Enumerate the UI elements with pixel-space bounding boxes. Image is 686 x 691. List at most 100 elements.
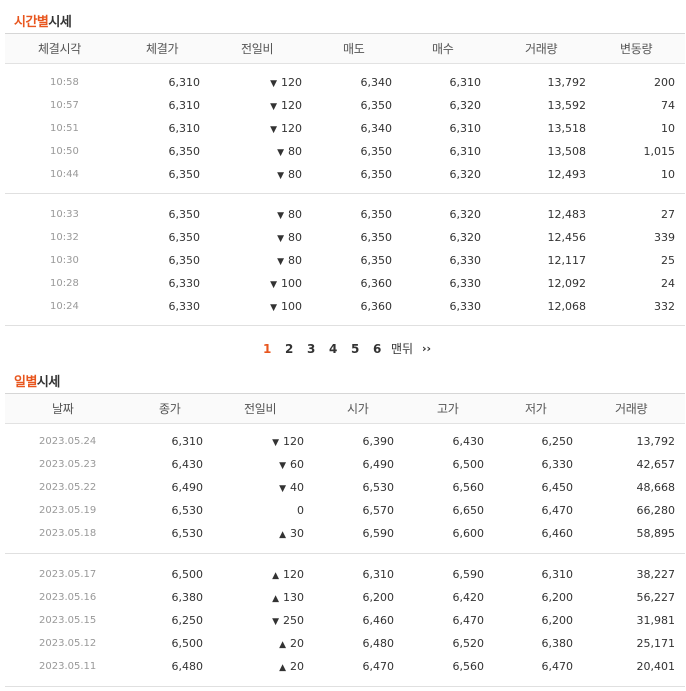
change-cell: ▼ 80: [277, 163, 302, 188]
cell-delta: 339: [654, 231, 675, 244]
daily-section-title: 일별시세: [14, 371, 60, 390]
cell-close: 6,480: [171, 660, 204, 673]
change-value: 0: [297, 504, 304, 517]
col-header-bid: 매수: [432, 42, 454, 56]
cell-volume: 31,981: [636, 614, 676, 627]
page-link-3[interactable]: 3: [307, 340, 315, 358]
cell-bid: 6,310: [449, 145, 482, 158]
change-value: 120: [283, 435, 304, 448]
cell-open: 6,460: [362, 614, 395, 627]
daily-table-header: 날짜 종가 전일비 시가 고가 저가 거래량: [5, 393, 685, 424]
triangle-down-icon: ▼: [277, 257, 284, 267]
cell-date: 2023.05.22: [39, 482, 97, 493]
page-next-icon[interactable]: ››: [422, 340, 431, 358]
cell-price: 6,350: [168, 145, 201, 158]
daily-table-row: 2023.05.24 6,310 ▼ 120 6,390 6,430 6,250 13,792: [5, 430, 685, 453]
change-value: 130: [283, 591, 304, 604]
change-cell: 0: [297, 499, 304, 522]
page-link-6[interactable]: 6: [373, 340, 381, 358]
intraday-table-row: 10:51 6,310 ▼ 120 6,340 6,310 13,518 10: [5, 117, 685, 140]
cell-volume: 13,592: [547, 99, 587, 112]
daily-table-row: 2023.05.19 6,530 0 6,570 6,650 6,470 66,280: [5, 499, 685, 522]
cell-low: 6,450: [541, 481, 574, 494]
change-cell: ▼ 40: [279, 476, 304, 501]
change-value: 80: [288, 231, 302, 244]
cell-price: 6,330: [168, 300, 201, 313]
intraday-table-row: 10:44 6,350 ▼ 80 6,350 6,320 12,493 10: [5, 163, 685, 186]
intraday-title-highlight: 시간별: [14, 15, 49, 30]
daily-table-row: 2023.05.15 6,250 ▼ 250 6,460 6,470 6,200 31,981: [5, 609, 685, 632]
cell-bid: 6,310: [449, 122, 482, 135]
page-link-5[interactable]: 5: [351, 340, 359, 358]
intraday-table-row: 10:33 6,350 ▼ 80 6,350 6,320 12,483 27: [5, 203, 685, 226]
daily-table-row: 2023.05.23 6,430 ▼ 60 6,490 6,500 6,330 42,657: [5, 453, 685, 476]
cell-close: 6,500: [171, 637, 204, 650]
col-header-volume: 거래량: [615, 402, 648, 416]
daily-group-divider: [5, 553, 685, 554]
cell-volume: 66,280: [636, 504, 676, 517]
cell-bid: 6,330: [449, 277, 482, 290]
daily-table-row: 2023.05.17 6,500 ▲ 120 6,310 6,590 6,310 38,227: [5, 563, 685, 586]
cell-time: 10:28: [50, 278, 79, 289]
change-value: 100: [281, 277, 302, 290]
cell-low: 6,460: [541, 527, 574, 540]
intraday-table-row: 10:57 6,310 ▼ 120 6,350 6,320 13,592 74: [5, 94, 685, 117]
page-link-last[interactable]: 맨뒤: [391, 340, 413, 358]
cell-price: 6,350: [168, 231, 201, 244]
cell-time: 10:58: [50, 77, 79, 88]
col-header-high: 고가: [437, 402, 459, 416]
cell-open: 6,390: [362, 435, 395, 448]
cell-bid: 6,320: [449, 99, 482, 112]
cell-high: 6,560: [452, 660, 485, 673]
cell-time: 10:33: [50, 209, 79, 220]
cell-delta: 10: [661, 122, 675, 135]
cell-time: 10:51: [50, 123, 79, 134]
page-link-2[interactable]: 2: [285, 340, 293, 358]
cell-bid: 6,330: [449, 300, 482, 313]
triangle-up-icon: ▲: [279, 640, 286, 650]
col-header-close: 종가: [159, 402, 181, 416]
col-header-delta: 변동량: [620, 42, 653, 56]
change-value: 80: [288, 254, 302, 267]
cell-low: 6,250: [541, 435, 574, 448]
change-cell: ▼ 80: [277, 249, 302, 274]
cell-ask: 6,350: [360, 168, 393, 181]
cell-volume: 12,483: [547, 208, 587, 221]
col-header-time: 체결시각: [38, 42, 81, 56]
page-link-1[interactable]: 1: [263, 340, 271, 358]
triangle-down-icon: ▼: [272, 617, 279, 627]
cell-high: 6,430: [452, 435, 485, 448]
pagination: 1 2 3 4 5 6 맨뒤 ››: [0, 340, 686, 358]
cell-low: 6,310: [541, 568, 574, 581]
cell-low: 6,380: [541, 637, 574, 650]
cell-low: 6,330: [541, 458, 574, 471]
cell-open: 6,590: [362, 527, 395, 540]
col-header-ask: 매도: [343, 42, 365, 56]
triangle-down-icon: ▼: [270, 280, 277, 290]
intraday-table-row: 10:30 6,350 ▼ 80 6,350 6,330 12,117 25: [5, 249, 685, 272]
cell-date: 2023.05.18: [39, 528, 97, 539]
cell-delta: 74: [661, 99, 675, 112]
cell-time: 10:44: [50, 169, 79, 180]
cell-low: 6,470: [541, 660, 574, 673]
change-value: 20: [290, 637, 304, 650]
change-cell: ▼ 80: [277, 226, 302, 251]
cell-date: 2023.05.24: [39, 436, 97, 447]
change-value: 80: [288, 208, 302, 221]
change-value: 30: [290, 527, 304, 540]
cell-price: 6,350: [168, 168, 201, 181]
cell-date: 2023.05.16: [39, 592, 97, 603]
cell-ask: 6,350: [360, 254, 393, 267]
cell-volume: 20,401: [636, 660, 676, 673]
cell-date: 2023.05.19: [39, 505, 97, 516]
intraday-table-header: 체결시각 체결가 전일비 매도 매수 거래량 변동량: [5, 33, 685, 64]
cell-close: 6,500: [171, 568, 204, 581]
change-cell: ▼ 80: [277, 140, 302, 165]
page-link-4[interactable]: 4: [329, 340, 337, 358]
change-value: 120: [283, 568, 304, 581]
cell-low: 6,200: [541, 591, 574, 604]
cell-bid: 6,320: [449, 208, 482, 221]
cell-volume: 12,092: [547, 277, 587, 290]
cell-open: 6,570: [362, 504, 395, 517]
cell-price: 6,310: [168, 122, 201, 135]
